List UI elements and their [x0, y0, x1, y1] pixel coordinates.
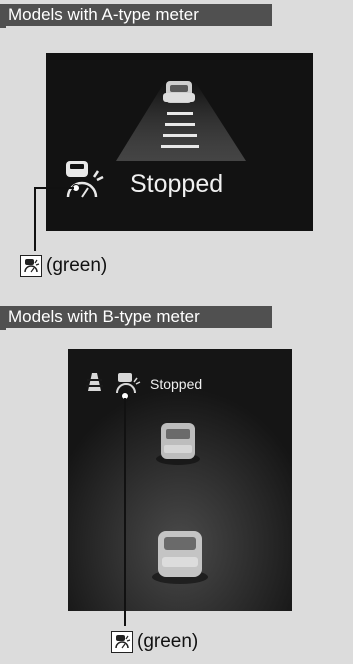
traffic-jam-assist-icon — [20, 255, 42, 277]
lead-vehicle-icon — [163, 81, 195, 103]
section-b-rule — [0, 328, 6, 330]
a-callout: (green) — [20, 255, 107, 277]
a-callout-leader-h — [34, 187, 74, 189]
section-b-title: Models with B-type meter — [8, 307, 200, 326]
lead-vehicle-icon — [156, 423, 200, 465]
section-b-header: Models with B-type meter — [0, 306, 272, 328]
b-callout-leader-v — [124, 398, 126, 626]
a-callout-text: (green) — [46, 255, 108, 276]
a-status-text: Stopped — [130, 170, 224, 198]
b-callout: (green) — [111, 631, 198, 653]
traffic-jam-assist-icon — [111, 631, 133, 653]
a-callout-leader-v — [34, 187, 36, 251]
b-callout-text: (green) — [137, 631, 199, 652]
own-vehicle-icon — [152, 531, 208, 584]
a-type-meter-graphic — [66, 81, 246, 198]
section-a-title: Models with A-type meter — [8, 5, 199, 24]
manual-page: Models with A-type meter Stopped (green)… — [0, 0, 353, 664]
a-type-meter-display: Stopped — [46, 53, 313, 231]
b-status-text: Stopped — [150, 376, 203, 392]
b-type-meter-display: Stopped — [68, 349, 292, 611]
section-a-header: Models with A-type meter — [0, 4, 272, 26]
section-a-rule — [0, 26, 6, 28]
traffic-jam-assist-icon — [66, 161, 104, 198]
